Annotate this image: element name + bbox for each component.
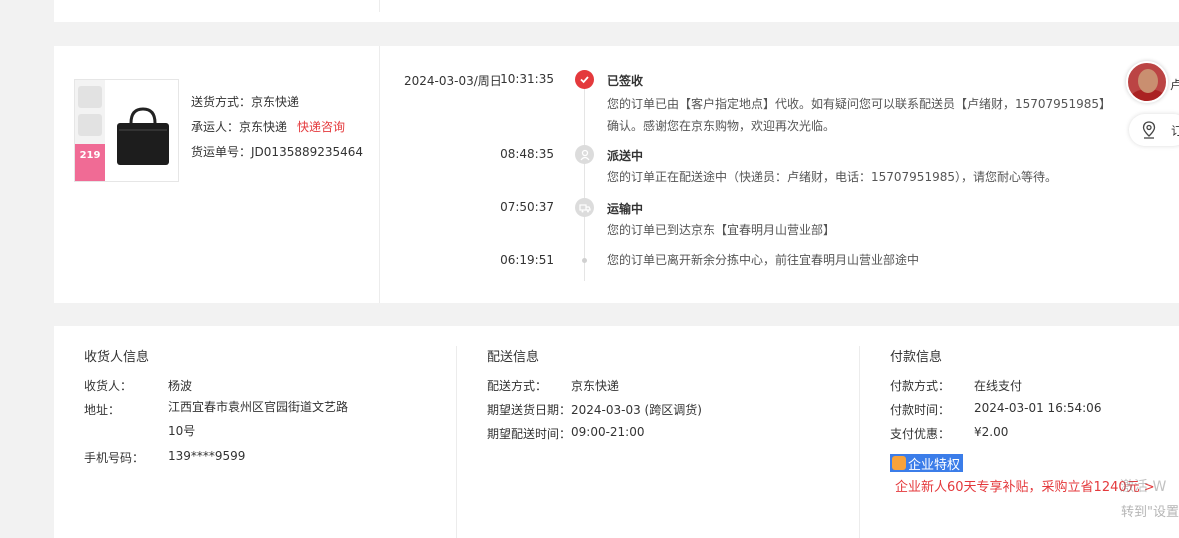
timeline-time: 07:50:37 [500, 200, 554, 214]
carrier-label: 承运人： [191, 120, 240, 134]
payment-discount-label: 支付优惠： [890, 427, 951, 441]
price-tag: 219 [75, 144, 105, 181]
receiver-phone-value: 139****9599 [168, 449, 246, 463]
payment-time-row: 付款时间： 2024-03-01 16:54:06 [890, 401, 1170, 425]
enterprise-privilege-badge[interactable]: 企业特权 [890, 454, 964, 473]
check-icon [575, 70, 594, 89]
zigzag-edge [54, 322, 1179, 330]
delivery-heading: 配送信息 [487, 350, 540, 365]
ship-method-value: 京东快递 [251, 95, 300, 109]
delivery-time-row: 期望配送时间： 09:00-21:00 [487, 425, 857, 449]
avatar-face [1138, 69, 1158, 93]
ship-method-row: 送货方式：京东快递 [191, 90, 363, 115]
timeline-desc: 您的订单正在配送途中（快递员：卢绪财，电话：15707951985），请您耐心等… [607, 170, 1057, 184]
delivery-section: 配送信息 配送方式： 京东快递 期望送货日期： 2024-03-03 (跨区调货… [487, 346, 857, 449]
order-info-card: 收货人信息 收货人： 杨波 地址： 江西宜春市袁州区官园街道文艺路10号 手机号… [54, 322, 1179, 538]
map-label: 订 [1171, 124, 1179, 138]
timeline-time: 08:48:35 [500, 147, 554, 161]
receiver-section: 收货人信息 收货人： 杨波 地址： 江西宜春市袁州区官园街道文艺路10号 手机号… [84, 346, 454, 473]
activation-watermark: 激活 W [1120, 479, 1167, 495]
delivery-person-icon [575, 145, 594, 164]
receiver-address-label: 地址： [84, 403, 121, 417]
timeline-desc: 您的订单已到达京东【宜春明月山营业部】 [607, 223, 836, 237]
payment-discount-value: ¥2.00 [974, 425, 1009, 439]
gift-icon [892, 456, 906, 470]
payment-section: 付款信息 付款方式： 在线支付 付款时间： 2024-03-01 16:54:0… [890, 346, 1170, 449]
zigzag-edge [54, 18, 1179, 26]
previous-card [54, 0, 1179, 26]
divider [859, 346, 860, 538]
delivery-method-value: 京东快递 [571, 379, 620, 393]
location-pin-icon [1142, 121, 1156, 139]
carrier-value: 京东快递 [239, 120, 288, 134]
receiver-address-value: 江西宜春市袁州区官园街道文艺路10号 [168, 400, 349, 438]
timeline-title: 派送中 [607, 149, 644, 163]
receiver-address-row: 地址： 江西宜春市袁州区官园街道文艺路10号 [84, 400, 454, 449]
payment-discount-row: 支付优惠： ¥2.00 [890, 425, 1170, 449]
delivery-date-label: 期望送货日期： [487, 403, 572, 417]
payment-heading: 付款信息 [890, 350, 943, 365]
courier-avatar[interactable] [1126, 61, 1168, 103]
tracking-row: 货运单号：JD0135889235464 [191, 140, 363, 165]
delivery-method-label: 配送方式： [487, 379, 548, 393]
timeline-dot [582, 258, 587, 263]
timeline-desc: 您的订单已离开新余分拣中心，前往宜春明月山营业部途中 [607, 253, 920, 267]
divider [379, 46, 380, 303]
receiver-name-label: 收货人： [84, 379, 133, 393]
payment-time-value: 2024-03-01 16:54:06 [974, 401, 1102, 415]
delivery-method-row: 配送方式： 京东快递 [487, 377, 857, 401]
payment-method-label: 付款方式： [890, 379, 951, 393]
enterprise-promo-link[interactable]: 企业新人60天专享补贴，采购立省1240元 > [895, 476, 1155, 495]
timeline-time: 10:31:35 [500, 72, 554, 86]
activation-watermark: 转到"设置 [1121, 505, 1179, 520]
badge-label: 企业特权 [908, 457, 961, 473]
product-image[interactable]: 219 [74, 79, 179, 182]
timeline-line [584, 76, 585, 281]
tracking-card: 219 送货方式：京东快递 承运人：京东快递 快递咨询 货运单号：JD013588… [54, 46, 1179, 303]
truck-icon [575, 198, 594, 217]
payment-method-value: 在线支付 [974, 379, 1023, 393]
timeline-date: 2024-03-03/周日 [404, 74, 502, 88]
timeline-time: 06:19:51 [500, 253, 554, 267]
express-consult-link[interactable]: 快递咨询 [297, 120, 345, 134]
divider [379, 0, 380, 12]
delivery-date-row: 期望送货日期： 2024-03-03 (跨区调货) [487, 401, 857, 425]
carrier-row: 承运人：京东快递 快递咨询 [191, 115, 363, 140]
receiver-heading: 收货人信息 [84, 350, 150, 365]
receiver-phone-row: 手机号码： 139****9599 [84, 449, 454, 473]
timeline-title: 已签收 [607, 74, 644, 88]
timeline-desc: 您的订单已由【客户指定地点】代收。如有疑问您可以联系配送员【卢绪财，157079… [607, 97, 1111, 133]
map-track-button[interactable]: 订 [1129, 114, 1179, 146]
thumb [78, 86, 102, 108]
tracking-label: 货运单号： [191, 145, 252, 159]
bag-icon [117, 107, 169, 165]
tracking-number: JD0135889235464 [251, 145, 364, 159]
receiver-name-value: 杨波 [168, 379, 193, 393]
payment-method-row: 付款方式： 在线支付 [890, 377, 1170, 401]
delivery-time-value: 09:00-21:00 [571, 425, 645, 439]
delivery-time-label: 期望配送时间： [487, 427, 572, 441]
delivery-date-value: 2024-03-03 (跨区调货) [571, 403, 702, 417]
courier-name: 卢 [1170, 78, 1179, 92]
ship-method-label: 送货方式： [191, 95, 252, 109]
shipment-info: 送货方式：京东快递 承运人：京东快递 快递咨询 货运单号：JD0135889235… [191, 90, 363, 165]
thumb [78, 114, 102, 136]
timeline-title: 运输中 [607, 202, 644, 216]
payment-time-label: 付款时间： [890, 403, 951, 417]
receiver-phone-label: 手机号码： [84, 451, 145, 465]
divider [456, 346, 457, 538]
